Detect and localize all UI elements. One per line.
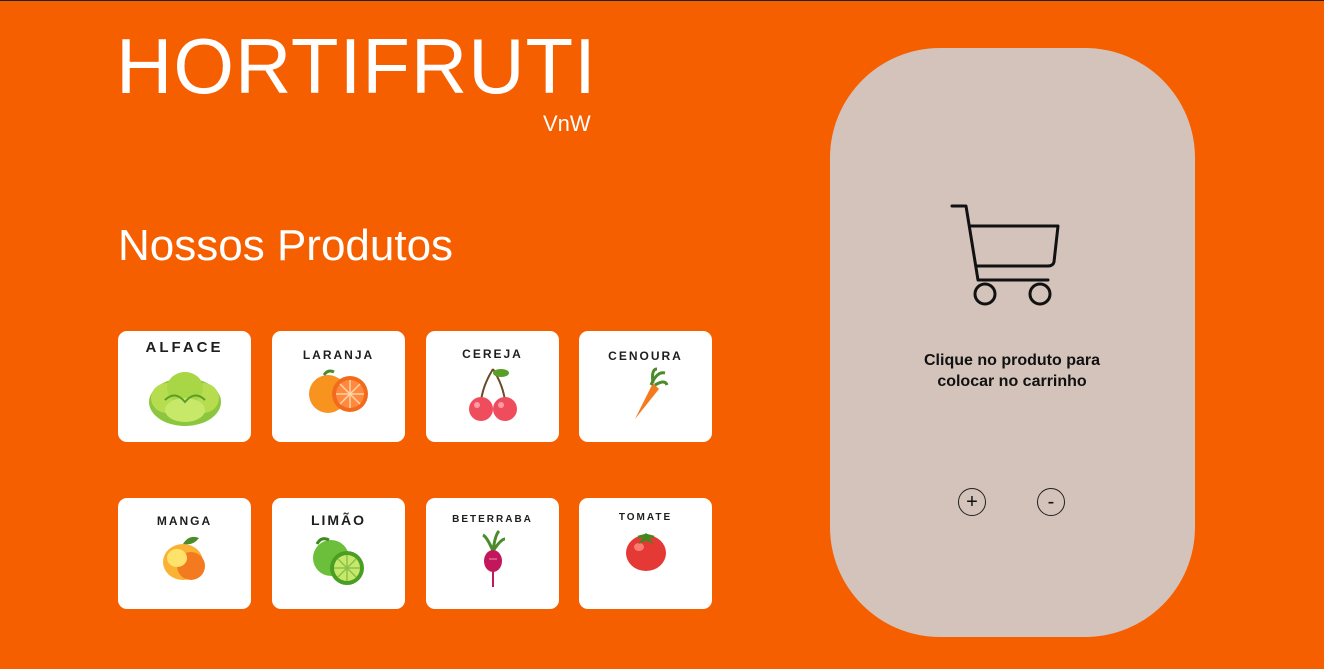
cart-message: Clique no produto para colocar no carrin… — [924, 352, 1100, 390]
beet-icon — [481, 529, 505, 587]
products-title: Nossos Produtos — [118, 221, 454, 270]
cart-icon — [950, 204, 1060, 306]
product-label: TOMATE — [618, 512, 673, 523]
product-card-cereja[interactable]: CEREJA — [426, 331, 559, 442]
brand-subtitle: VnW — [543, 111, 591, 136]
brand: HORTIFRUTI VnW — [116, 22, 597, 136]
product-card-cenoura[interactable]: CENOURA — [579, 331, 712, 442]
brand-title: HORTIFRUTI — [116, 22, 597, 110]
product-card-limao[interactable]: LIMÃO — [272, 498, 405, 609]
product-label: BETERRABA — [452, 514, 533, 525]
product-card-alface[interactable]: ALFACE — [118, 331, 251, 442]
mango-icon — [162, 536, 205, 580]
decrease-button[interactable]: - — [1037, 488, 1065, 516]
product-label: LIMÃO — [310, 512, 367, 528]
carrot-icon — [634, 367, 668, 419]
lettuce-icon — [148, 372, 221, 426]
product-label: LARANJA — [302, 348, 375, 362]
product-label: CENOURA — [608, 349, 683, 363]
lime-icon — [312, 537, 364, 585]
product-card-laranja[interactable]: LARANJA — [272, 331, 405, 442]
product-card-manga[interactable]: MANGA — [118, 498, 251, 609]
cherry-icon — [468, 368, 517, 421]
product-label: ALFACE — [145, 339, 224, 356]
orange-icon — [308, 369, 368, 413]
increase-button[interactable]: + — [958, 488, 986, 516]
cart-panel: Clique no produto para colocar no carrin… — [830, 48, 1195, 637]
product-card-beterraba[interactable]: BETERRABA — [426, 498, 559, 609]
product-card-tomate[interactable]: TOMATE — [579, 498, 712, 609]
product-label: MANGA — [156, 514, 213, 528]
tomato-icon — [625, 532, 666, 571]
product-label: CEREJA — [462, 347, 523, 361]
